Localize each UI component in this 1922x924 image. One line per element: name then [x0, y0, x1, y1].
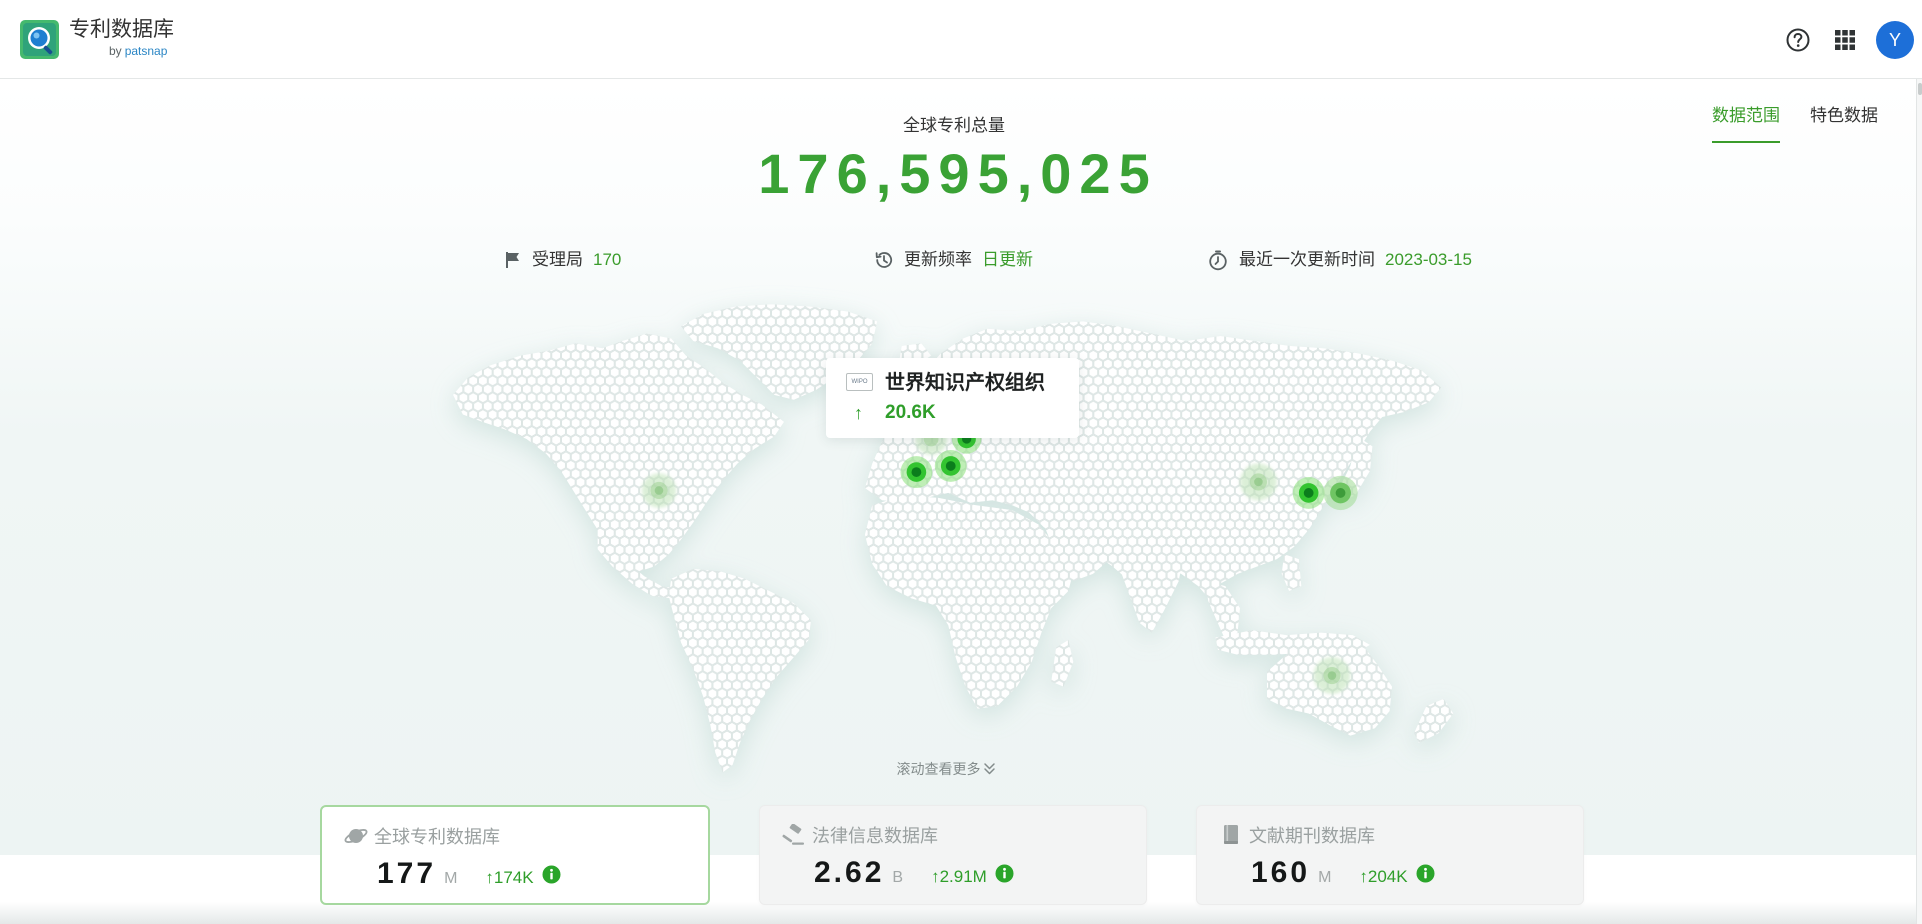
user-avatar[interactable]: Y: [1876, 21, 1914, 59]
timer-icon: [1209, 250, 1227, 271]
tab-data-scope[interactable]: 数据范围: [1712, 105, 1780, 127]
card-growth: 204K: [1367, 867, 1408, 886]
byline: by patsnap: [109, 44, 167, 58]
apps-grid-icon[interactable]: [1834, 29, 1856, 51]
flag-icon: [506, 252, 519, 268]
map-marker-medium[interactable]: [1323, 475, 1358, 511]
stat-value: 170: [593, 250, 622, 269]
chevron-double-down-icon: [984, 763, 995, 775]
patsnap-search-logo[interactable]: [20, 20, 59, 59]
stat-value: 日更新: [982, 250, 1033, 269]
stat-offices: 受理局 170: [504, 250, 621, 270]
byline-brand: patsnap: [124, 44, 168, 58]
arrow-up-icon: ↑: [1359, 867, 1368, 886]
map-marker-active[interactable]: [900, 456, 933, 489]
card-title: 文献期刊数据库: [1249, 826, 1375, 846]
arrow-up-icon: ↑: [485, 868, 494, 887]
tooltip-title: 世界知识产权组织: [885, 372, 1045, 394]
stat-label: 受理局: [532, 250, 583, 269]
card-literature-journal-db[interactable]: 文献期刊数据库 160 M ↑ 204K: [1196, 805, 1584, 905]
tooltip-growth-value: 20.6K: [885, 402, 936, 423]
help-icon[interactable]: [1785, 27, 1811, 53]
map-marker-faint[interactable]: [641, 473, 677, 508]
card-value: 2.62: [814, 856, 885, 889]
scroll-hint-label: 滚动查看更多: [896, 761, 981, 777]
map-marker-faint[interactable]: [1240, 463, 1277, 501]
stat-last-update: 最近一次更新时间 2023-03-15: [1207, 250, 1472, 271]
arrow-up-icon: ↑: [854, 403, 863, 423]
world-map[interactable]: [404, 276, 1495, 803]
tab-featured-data[interactable]: 特色数据: [1810, 105, 1878, 127]
map-marker-active[interactable]: [934, 450, 967, 482]
card-growth: 174K: [493, 868, 534, 887]
card-metrics: 2.62 B ↑ 2.91M: [814, 856, 1014, 890]
history-icon: [875, 252, 893, 268]
active-tab-underline: [1712, 141, 1780, 143]
scroll-more-hint[interactable]: 滚动查看更多: [897, 760, 996, 778]
info-icon[interactable]: [995, 864, 1014, 883]
card-title: 法律信息数据库: [812, 826, 938, 846]
arrow-up-icon: ↑: [931, 867, 940, 886]
stat-update-frequency: 更新频率 日更新: [874, 250, 1033, 270]
map-marker-faint[interactable]: [1313, 657, 1351, 694]
gavel-icon: [782, 824, 804, 845]
wipo-logo: WIPO: [846, 373, 873, 391]
map-land: [453, 304, 1454, 773]
book-icon: [1224, 825, 1238, 844]
total-patents-label: 全球专利总量: [903, 116, 1005, 135]
total-patents-value: 176,595,025: [758, 142, 1158, 205]
map-tooltip: WIPO 世界知识产权组织 ↑ 20.6K: [826, 358, 1079, 438]
top-header: 专利数据库 by patsnap Y: [0, 0, 1922, 79]
stat-value: 2023-03-15: [1385, 250, 1472, 269]
card-unit: M: [444, 870, 458, 887]
scrollbar-thumb[interactable]: [1918, 83, 1922, 95]
card-global-patent-db[interactable]: 全球专利数据库 177 M ↑ 174K: [320, 805, 710, 905]
vertical-scrollbar[interactable]: [1916, 79, 1922, 924]
planet-icon: [344, 829, 368, 843]
card-title: 全球专利数据库: [374, 827, 500, 847]
card-metrics: 177 M ↑ 174K: [377, 857, 561, 891]
map-marker-active[interactable]: [1292, 476, 1325, 509]
card-unit: B: [892, 869, 904, 886]
card-value: 177: [377, 857, 437, 890]
card-value: 160: [1251, 856, 1311, 889]
info-icon[interactable]: [1416, 864, 1435, 883]
card-growth: 2.91M: [939, 867, 987, 886]
app-title: 专利数据库: [69, 18, 174, 41]
stat-label: 更新频率: [904, 250, 972, 269]
byline-by: by: [109, 44, 122, 58]
card-unit: M: [1318, 869, 1332, 886]
card-legal-info-db[interactable]: 法律信息数据库 2.62 B ↑ 2.91M: [759, 805, 1147, 905]
info-icon[interactable]: [542, 865, 561, 884]
card-metrics: 160 M ↑ 204K: [1251, 856, 1435, 890]
stat-label: 最近一次更新时间: [1239, 250, 1375, 269]
